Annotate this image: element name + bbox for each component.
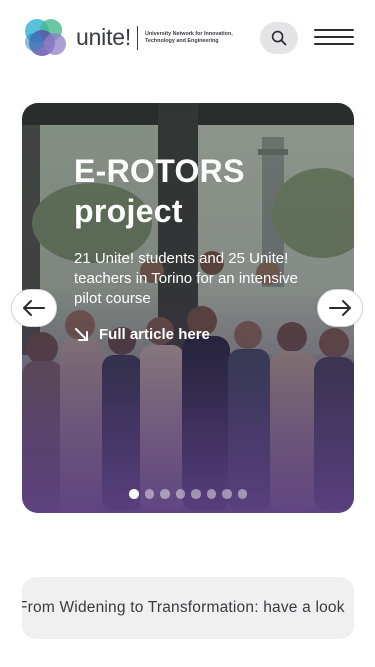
full-article-link[interactable]: Full article here bbox=[74, 326, 210, 343]
slider-pagination bbox=[22, 489, 354, 499]
slider-dot-1[interactable] bbox=[129, 489, 139, 499]
menu-button[interactable] bbox=[314, 26, 354, 48]
site-header: unite! University Network for Innovation… bbox=[0, 0, 375, 78]
search-button[interactable] bbox=[260, 22, 298, 54]
slider-dot-6[interactable] bbox=[206, 489, 216, 499]
arrow-right-icon bbox=[329, 300, 351, 316]
hero-slider[interactable]: E-ROTORS project 21 Unite! students and … bbox=[22, 103, 354, 513]
unite-logo[interactable]: unite! University Network for Innovation… bbox=[22, 17, 254, 59]
slider-dot-5[interactable] bbox=[191, 489, 201, 499]
logo-divider bbox=[137, 26, 138, 50]
search-icon bbox=[271, 30, 287, 46]
hero-subtitle: 21 Unite! students and 25 Unite! teacher… bbox=[74, 250, 299, 307]
news-ticker[interactable]: From Widening to Transformation: have a … bbox=[22, 577, 354, 639]
ticker-text: From Widening to Transformation: have a … bbox=[22, 599, 345, 616]
slider-dot-3[interactable] bbox=[160, 489, 170, 499]
slider-dot-2[interactable] bbox=[144, 489, 154, 499]
unite-logo-mark-icon bbox=[25, 19, 66, 56]
hamburger-menu-icon bbox=[314, 29, 354, 32]
slider-next-button[interactable] bbox=[317, 289, 363, 327]
slider-dot-8[interactable] bbox=[237, 489, 247, 499]
hero-title: E-ROTORS project bbox=[74, 153, 245, 229]
logo-wordmark: unite! bbox=[76, 24, 132, 50]
logo-tagline: University Network for Innovation, Techn… bbox=[145, 31, 233, 44]
slider-dot-4[interactable] bbox=[175, 489, 185, 499]
slider-dot-7[interactable] bbox=[222, 489, 232, 499]
arrow-down-right-icon bbox=[75, 327, 88, 341]
full-article-label: Full article here bbox=[99, 326, 210, 343]
slider-prev-button[interactable] bbox=[11, 289, 57, 327]
arrow-left-icon bbox=[23, 300, 45, 316]
